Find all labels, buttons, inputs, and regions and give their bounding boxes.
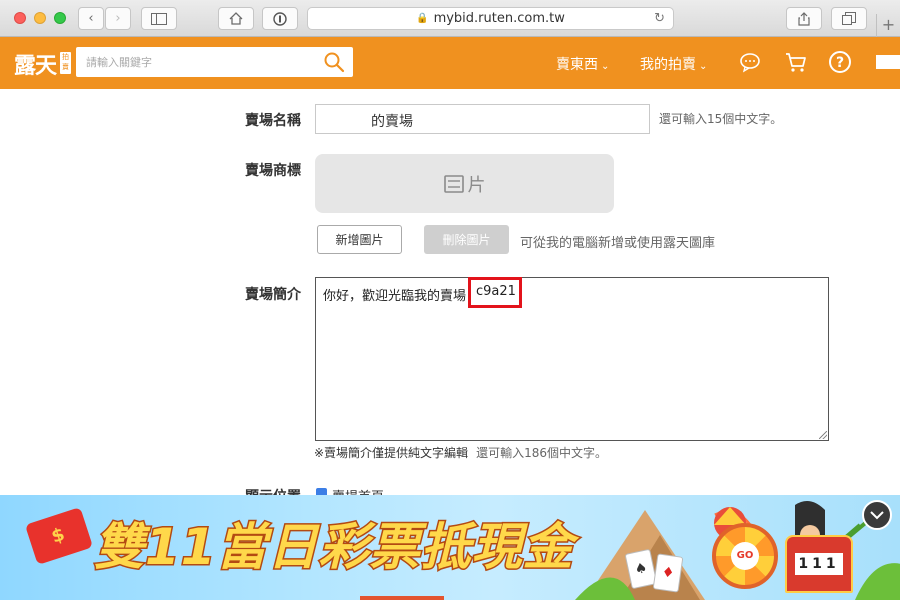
search-icon[interactable] xyxy=(323,51,345,73)
nav-my-auction[interactable]: 我的拍賣 ⌄ xyxy=(640,54,707,74)
collapse-banner-button[interactable] xyxy=(862,500,892,530)
card-diamond-icon: ♦ xyxy=(652,553,684,593)
share-icon xyxy=(798,11,810,26)
nav-sell[interactable]: 賣東西 ⌄ xyxy=(556,54,609,74)
logo-tag: 拍賣 xyxy=(60,52,71,74)
chat-icon[interactable] xyxy=(738,50,762,74)
logo-image-placeholder: 片 xyxy=(315,154,614,213)
image-hint: 可從我的電腦新增或使用露天圖庫 xyxy=(520,236,716,251)
sidebar-toggle-button[interactable] xyxy=(141,7,177,30)
reader-button[interactable] xyxy=(262,7,298,30)
tabs-icon xyxy=(842,12,856,25)
home-icon xyxy=(229,12,243,25)
cart-icon[interactable] xyxy=(784,50,808,74)
svg-text:?: ? xyxy=(836,55,844,71)
ruten-logo[interactable]: 露天 xyxy=(14,48,57,80)
tabs-overview-button[interactable] xyxy=(831,7,867,30)
chevron-down-icon: ⌄ xyxy=(699,61,708,72)
store-name-value: 的賣場 xyxy=(371,114,413,130)
plus-icon: + xyxy=(881,15,896,34)
sidebar-icon xyxy=(151,12,167,25)
promo-headline: 雙11當日彩票抵現金 xyxy=(93,517,575,578)
bottom-tab-indicator xyxy=(360,596,444,600)
image-icon xyxy=(443,174,464,193)
store-intro-highlight-text: c9a21 xyxy=(476,284,516,299)
reload-icon[interactable]: ↻ xyxy=(654,11,665,26)
wheel-go-text: GO xyxy=(731,542,759,570)
store-intro-text: 你好，歡迎光臨我的賣場 xyxy=(323,289,467,304)
store-name-hint: 還可輸入15個中文字。 xyxy=(659,112,783,126)
new-tab-button[interactable]: + xyxy=(876,14,900,37)
back-button[interactable]: ‹ xyxy=(78,7,104,30)
home-button[interactable] xyxy=(218,7,254,30)
browser-toolbar: ‹ › 🔒 mybid.ruten.com.tw ↻ + xyxy=(0,0,900,37)
chevron-right-icon: › xyxy=(115,11,121,26)
store-intro-label: 賣場簡介 xyxy=(245,287,301,303)
delete-image-button[interactable]: 刪除圖片 xyxy=(424,225,509,254)
store-name-input[interactable]: 的賣場 xyxy=(315,104,650,134)
promo-banner[interactable]: $ 雙11當日彩票抵現金 ♠ ♦ GO 111 xyxy=(0,495,900,600)
lock-icon: 🔒 xyxy=(416,13,429,24)
resize-handle[interactable] xyxy=(819,431,827,439)
store-name-label: 賣場名稱 xyxy=(245,113,301,129)
chevron-left-icon: ‹ xyxy=(88,11,94,26)
image-placeholder-text: 片 xyxy=(467,174,486,196)
search-input[interactable] xyxy=(76,47,316,77)
chevron-down-icon xyxy=(870,510,884,519)
forward-button[interactable]: › xyxy=(105,7,131,30)
intro-note: ※賣場簡介僅提供純文字編輯 還可輸入186個中文字。 xyxy=(314,444,607,461)
store-intro-textarea[interactable]: 你好，歡迎光臨我的賣場 xyxy=(315,277,829,441)
slot-digits: 111 xyxy=(795,553,843,575)
intro-note-text: ※賣場簡介僅提供純文字編輯 xyxy=(314,446,469,460)
zoom-window-button[interactable] xyxy=(54,12,66,24)
chevron-down-icon: ⌄ xyxy=(601,61,610,72)
info-icon xyxy=(273,11,287,26)
user-menu[interactable] xyxy=(876,55,900,69)
add-image-button[interactable]: 新增圖片 xyxy=(317,225,402,254)
search-box xyxy=(76,47,353,77)
nav-sell-label: 賣東西 xyxy=(556,57,598,73)
address-bar[interactable]: 🔒 mybid.ruten.com.tw ↻ xyxy=(307,7,674,30)
red-envelope-icon: $ xyxy=(24,507,94,565)
minimize-window-button[interactable] xyxy=(34,12,46,24)
share-button[interactable] xyxy=(786,7,822,30)
store-logo-label: 賣場商標 xyxy=(245,163,301,179)
help-icon[interactable]: ? xyxy=(828,50,852,74)
nav-my-auction-label: 我的拍賣 xyxy=(640,57,696,73)
lottery-wheel-icon: GO xyxy=(712,523,778,589)
slot-machine-icon: 111 xyxy=(785,535,853,593)
intro-count-hint: 還可輸入186個中文字。 xyxy=(476,446,607,460)
site-header: 露天 拍賣 賣東西⌄ 我的拍賣⌄ ? xyxy=(0,37,900,89)
url-text: mybid.ruten.com.tw xyxy=(433,11,565,26)
close-window-button[interactable] xyxy=(14,12,26,24)
